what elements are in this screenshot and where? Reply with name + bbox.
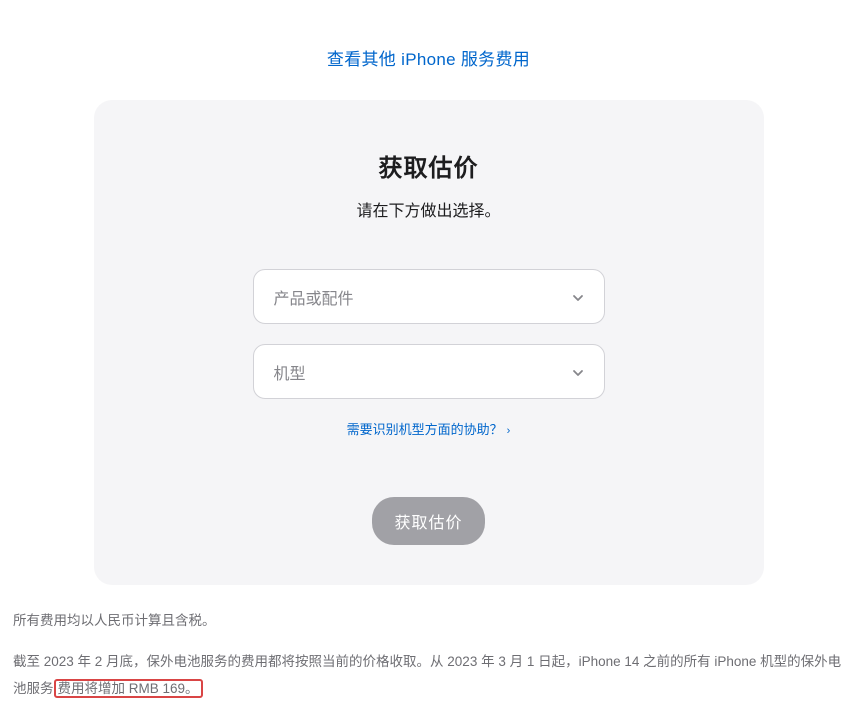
footer-tax-note: 所有费用均以人民币计算且含税。	[10, 607, 847, 634]
card-title: 获取估价	[134, 148, 724, 183]
product-select-label: 产品或配件	[274, 285, 354, 309]
model-select[interactable]: 机型	[253, 344, 605, 399]
product-select-wrapper: 产品或配件	[253, 269, 605, 324]
identify-model-help-link[interactable]: 需要识别机型方面的协助？ ›	[347, 422, 511, 437]
chevron-right-icon: ›	[507, 425, 511, 437]
help-link-text: 需要识别机型方面的协助？	[347, 422, 503, 437]
card-subtitle: 请在下方做出选择。	[134, 197, 724, 221]
help-link-wrapper: 需要识别机型方面的协助？ ›	[134, 419, 724, 439]
chevron-down-icon	[572, 291, 584, 303]
get-estimate-button[interactable]: 获取估价	[372, 497, 484, 545]
other-iphone-service-link[interactable]: 查看其他 iPhone 服务费用	[327, 50, 530, 69]
top-link-wrapper: 查看其他 iPhone 服务费用	[10, 0, 847, 100]
model-select-wrapper: 机型	[253, 344, 605, 399]
model-select-label: 机型	[274, 360, 306, 384]
highlighted-price-increase: 费用将增加 RMB 169。	[54, 679, 203, 698]
estimate-card: 获取估价 请在下方做出选择。 产品或配件 机型	[94, 100, 764, 585]
product-select[interactable]: 产品或配件	[253, 269, 605, 324]
footer-price-notice: 截至 2023 年 2 月底，保外电池服务的费用都将按照当前的价格收取。从 20…	[10, 648, 847, 702]
chevron-down-icon	[572, 366, 584, 378]
